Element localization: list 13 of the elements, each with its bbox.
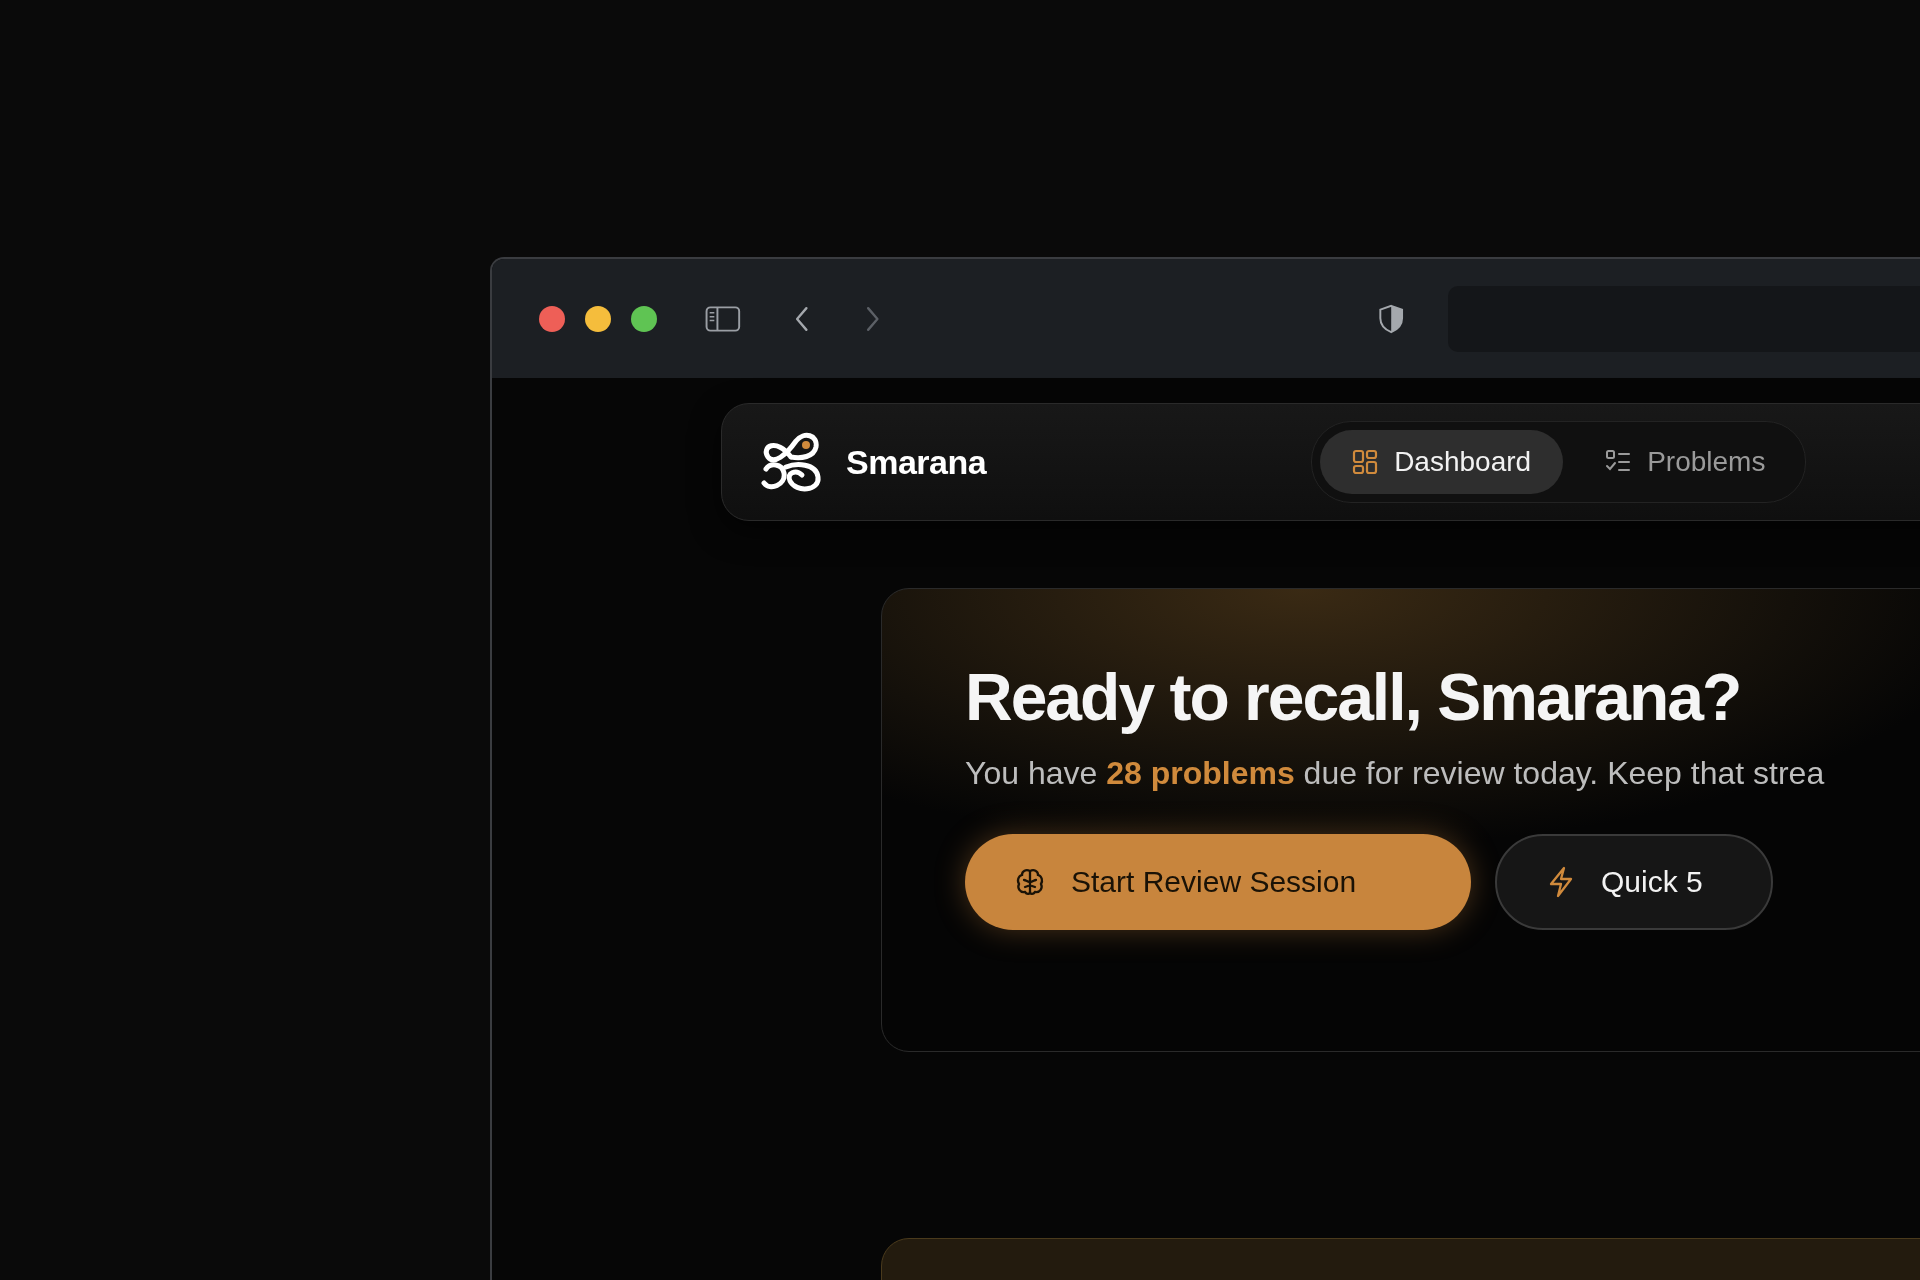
lightning-icon	[1547, 866, 1575, 898]
hero-subtitle: You have 28 problems due for review today. Keep that strea	[965, 755, 1826, 792]
nav-tab[interactable]: Dashboard	[1320, 430, 1564, 494]
app-name: Smarana	[846, 442, 987, 482]
minimize-button[interactable]	[585, 305, 611, 332]
start-review-button[interactable]: Start Review Session	[965, 834, 1471, 930]
grid-icon	[1352, 449, 1379, 475]
nav-tab[interactable]: Problems	[1573, 430, 1798, 494]
close-button[interactable]	[539, 305, 565, 332]
quick-review-button[interactable]: Quick 5	[1495, 834, 1773, 930]
hero-title: Ready to recall, Smarana?	[965, 659, 1742, 735]
maximize-button[interactable]	[631, 305, 657, 332]
brain-icon	[1015, 867, 1045, 897]
